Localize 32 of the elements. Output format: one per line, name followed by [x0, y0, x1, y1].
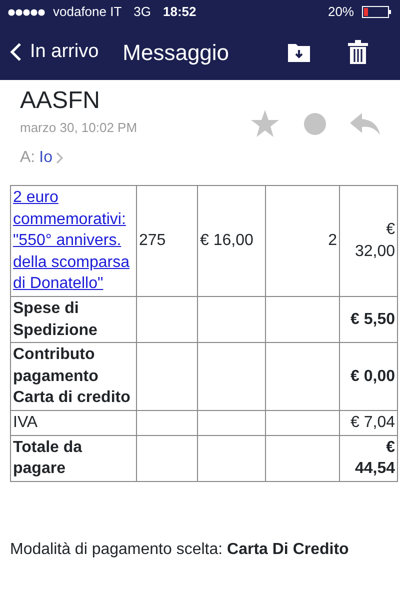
table-cell: € 16,00 — [198, 186, 266, 296]
table-cell: € 5,50 — [340, 296, 398, 343]
clock-time: 18:52 — [163, 3, 196, 22]
table-cell: € 44,54 — [340, 435, 398, 482]
recipient-link[interactable]: Io — [39, 146, 52, 170]
sender-name: AASFN — [20, 88, 102, 114]
message-date: marzo 30, 10:02 PM — [20, 119, 138, 138]
table-cell: € 0,00 — [340, 342, 398, 410]
trash-icon[interactable] — [348, 40, 368, 64]
move-to-folder-icon[interactable] — [288, 42, 310, 62]
chevron-icon[interactable] — [56, 152, 64, 164]
table-cell: € 32,00 — [340, 186, 398, 296]
table-cell: Totale da pagare — [10, 435, 136, 482]
payment-method: Modalità di pagamento scelta: Carta Di Credito — [9, 540, 350, 560]
reply-icon[interactable] — [350, 113, 380, 135]
screen-title: Messaggio — [122, 38, 230, 67]
recipient-label: A: — [20, 148, 36, 168]
battery-percent: 20% — [328, 3, 354, 22]
table-cell: 275 — [136, 186, 198, 296]
signal-icon — [8, 8, 45, 16]
star-icon[interactable] — [250, 110, 280, 138]
dot-icon[interactable] — [304, 113, 326, 135]
table-cell: Contributo pagamento Carta di credito — [10, 342, 136, 410]
table-cell: € 7,04 — [340, 410, 398, 436]
network-type: 3G — [134, 3, 151, 22]
battery-icon — [362, 6, 392, 18]
chevron-left-icon — [10, 42, 22, 62]
table-cell: 2 — [266, 186, 340, 296]
table-cell: IVA — [10, 410, 136, 436]
table-cell: Spese di Spedizione — [10, 296, 136, 343]
back-button[interactable]: In arrivo — [10, 38, 99, 66]
carrier-name: vodafone IT — [53, 3, 122, 22]
